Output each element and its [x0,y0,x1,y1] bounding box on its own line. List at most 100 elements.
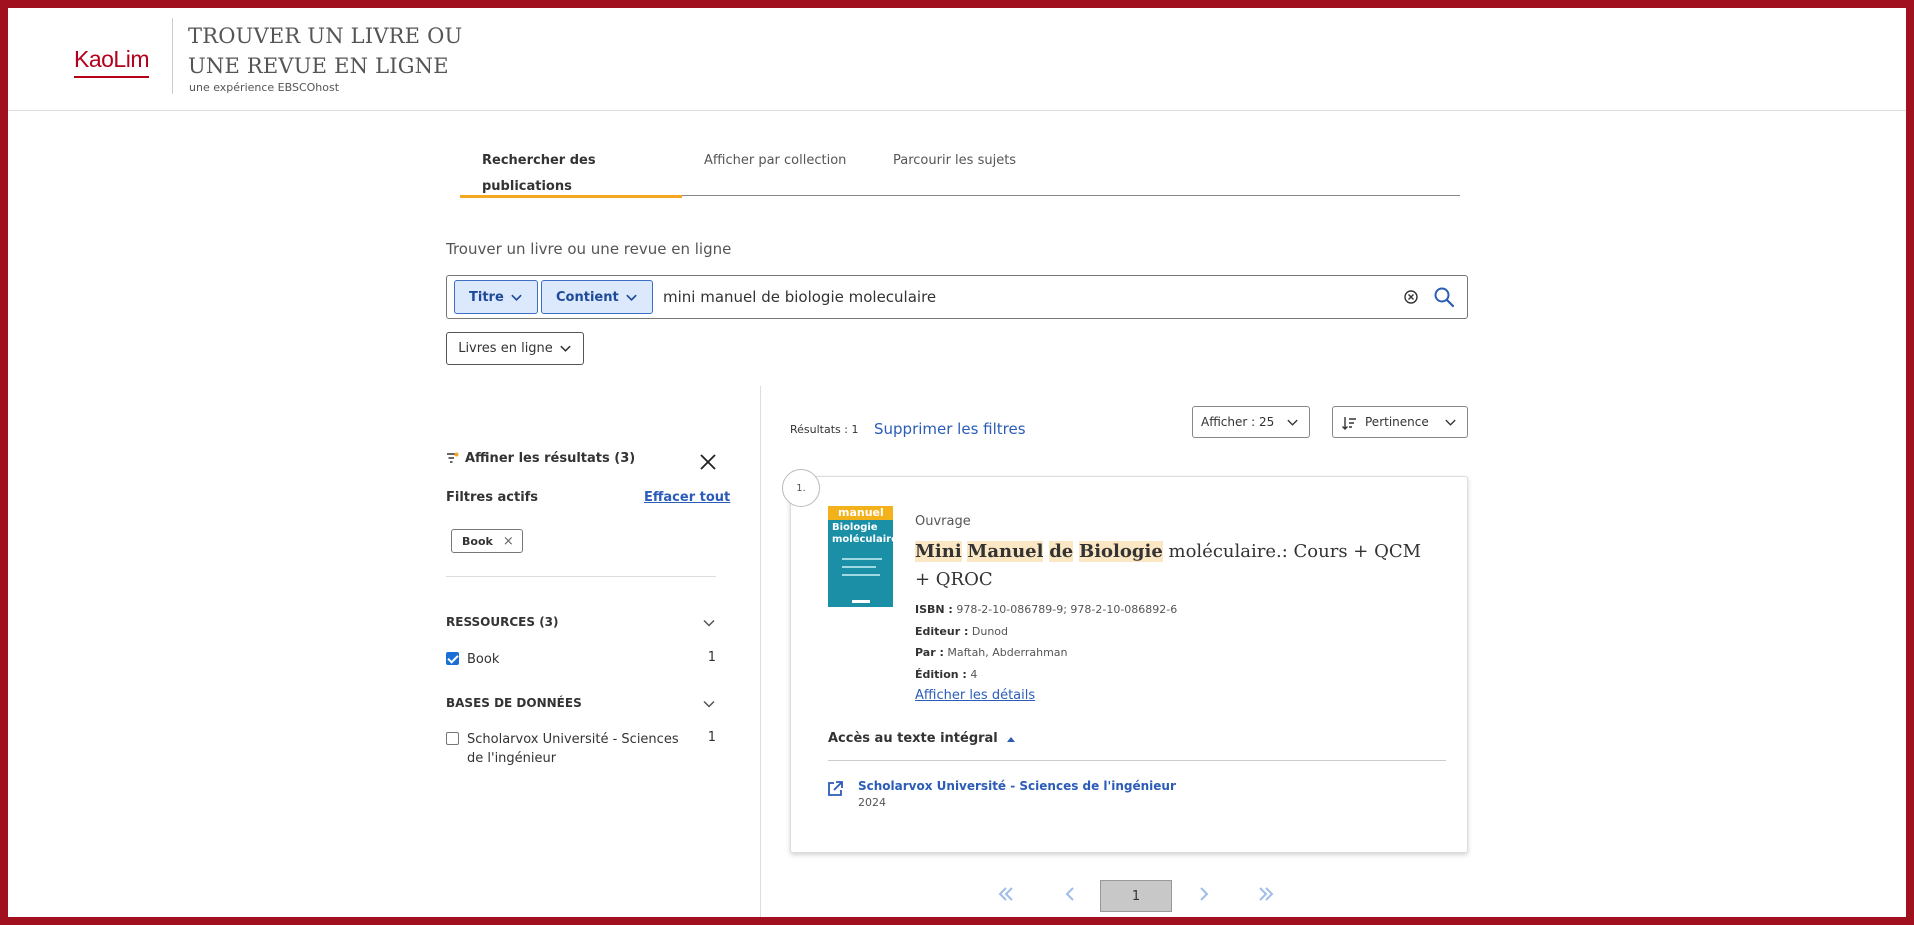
site-subtitle: une expérience EBSCOhost [189,81,340,94]
edition-label: Édition : [915,668,967,681]
facet-checkbox-scholarvox[interactable] [446,732,459,745]
cover-line [842,574,880,576]
site-header: KaoLim TROUVER UN LIVRE OU UNE REVUE EN … [8,8,1906,111]
chevron-down-icon[interactable] [702,616,716,630]
facet-checkbox-book[interactable] [446,652,459,665]
result-edition: Édition : 4 [915,668,977,681]
result-isbn: ISBN : 978-2-10-086789-9; 978-2-10-08689… [915,603,1177,616]
cover-title-line-2: moléculaire [832,534,893,545]
per-page-label: Afficher : 25 [1201,415,1275,429]
facet-item-label: Book [467,652,500,667]
cover-band: manuel [828,506,893,520]
title-highlight: de [1049,541,1074,562]
logo-text: KaoLim [74,46,149,72]
cover-title-line-1: Biologie [832,522,878,533]
app-frame: KaoLim TROUVER UN LIVRE OU UNE REVUE EN … [8,8,1906,917]
fulltext-source-link[interactable]: Scholarvox Université - Sciences de l'in… [858,779,1176,793]
cover-line [842,566,876,568]
isbn-label: ISBN : [915,603,953,616]
first-page-icon[interactable] [996,884,1016,904]
author-value: Maftah, Abderrahman [947,646,1068,659]
last-page-icon[interactable] [1256,884,1276,904]
tab-search-publications[interactable]: Rechercher des publications [460,148,682,198]
result-type: Ouvrage [915,514,971,529]
fulltext-access-toggle[interactable]: Accès au texte intégral [828,731,1016,746]
external-link-icon[interactable] [826,780,844,798]
tab-browse-subjects[interactable]: Parcourir les sujets [893,148,1016,196]
kaolim-logo[interactable]: KaoLim [74,46,149,78]
results-count: Résultats : 1 [790,423,859,436]
facet-item-label: Scholarvox Université - Sciences de l'in… [467,732,679,766]
show-details-link[interactable]: Afficher les détails [915,688,1035,703]
facet-item-count: 1 [707,730,716,745]
publisher-label: Editeur : [915,625,969,638]
facet-heading-resources[interactable]: RESSOURCES (3) [446,615,559,629]
cover-line [842,558,882,560]
search-input[interactable]: mini manuel de biologie moleculaire [663,288,936,306]
facet-heading-databases[interactable]: BASES DE DONNÉES [446,696,582,710]
sort-label: Pertinence [1365,415,1429,429]
filter-separator [446,576,716,577]
fulltext-heading: Accès au texte intégral [828,731,998,746]
tab-by-collection[interactable]: Afficher par collection [704,148,846,196]
refine-results-heading: Affiner les résultats (3) [446,451,635,466]
operator-select-button[interactable]: Contient [541,280,653,314]
chevron-down-icon[interactable] [702,697,716,711]
header-divider [172,18,173,94]
fulltext-separator [828,760,1446,761]
cover-publisher-mark [852,600,870,603]
book-cover-image[interactable]: manuel Biologie moléculaire [828,506,893,607]
resource-type-label: Livres en ligne [458,341,553,356]
field-select-button[interactable]: Titre [454,280,538,314]
chevron-down-icon [1287,419,1298,426]
close-icon[interactable] [698,452,718,472]
field-select-label: Titre [469,289,504,305]
edition-value: 4 [970,668,978,681]
sort-icon [1342,417,1356,430]
search-bar: Titre Contient mini manuel de biologie m… [446,275,1468,319]
resource-type-dropdown[interactable]: Livres en ligne [446,332,584,365]
caret-up-icon [1006,736,1015,742]
isbn-value: 978-2-10-086789-9; 978-2-10-086892-6 [956,603,1178,616]
title-highlight: Manuel [967,541,1044,562]
previous-page-icon[interactable] [1060,884,1080,904]
active-filters-label: Filtres actifs [446,490,539,505]
result-publisher: Editeur : Dunod [915,625,1008,638]
chevron-down-icon [625,294,637,301]
current-page-button[interactable]: 1 [1100,880,1172,912]
facet-item-book[interactable]: Book 1 [446,650,716,670]
active-filter-chip: Book × [451,529,523,553]
remove-filter-icon[interactable]: × [503,534,514,549]
facet-item-scholarvox[interactable]: Scholarvox Université - Sciences de l'in… [446,730,716,770]
result-author: Par : Maftah, Abderrahman [915,646,1068,659]
search-tabs: Rechercher des publications Afficher par… [460,148,1460,198]
search-label: Trouver un livre ou une revue en ligne [446,240,732,258]
next-page-icon[interactable] [1194,884,1214,904]
facet-item-count: 1 [707,650,716,665]
refine-results-label: Affiner les résultats (3) [465,451,636,466]
cover-title: Biologie moléculaire [832,522,893,546]
active-filter-chip-label: Book [462,534,493,548]
fulltext-year: 2024 [858,796,886,809]
chevron-down-icon [1445,419,1456,426]
remove-filters-link[interactable]: Supprimer les filtres [874,420,1026,438]
author-label: Par : [915,646,944,659]
clear-all-link[interactable]: Effacer tout [644,490,730,505]
chevron-down-icon [560,345,571,352]
sort-select[interactable]: Pertinence [1332,406,1468,438]
title-highlight: Biologie [1079,541,1163,562]
title-highlight: Mini [915,541,962,562]
search-icon[interactable] [1433,286,1455,308]
clear-search-icon[interactable] [1403,289,1419,305]
operator-select-label: Contient [556,289,619,305]
site-title-line-2: UNE REVUE EN LIGNE [188,54,449,78]
site-title: TROUVER UN LIVRE OU UNE REVUE EN LIGNE [188,21,462,81]
publisher-value: Dunod [971,625,1009,638]
per-page-select[interactable]: Afficher : 25 [1192,406,1310,438]
result-title[interactable]: Mini Manuel de Biologie moléculaire.: Co… [915,538,1435,594]
filter-icon [447,452,459,463]
chevron-down-icon [511,294,522,301]
panel-divider [760,386,761,917]
site-title-line-1: TROUVER UN LIVRE OU [188,24,463,48]
result-number: 1. [782,469,820,507]
